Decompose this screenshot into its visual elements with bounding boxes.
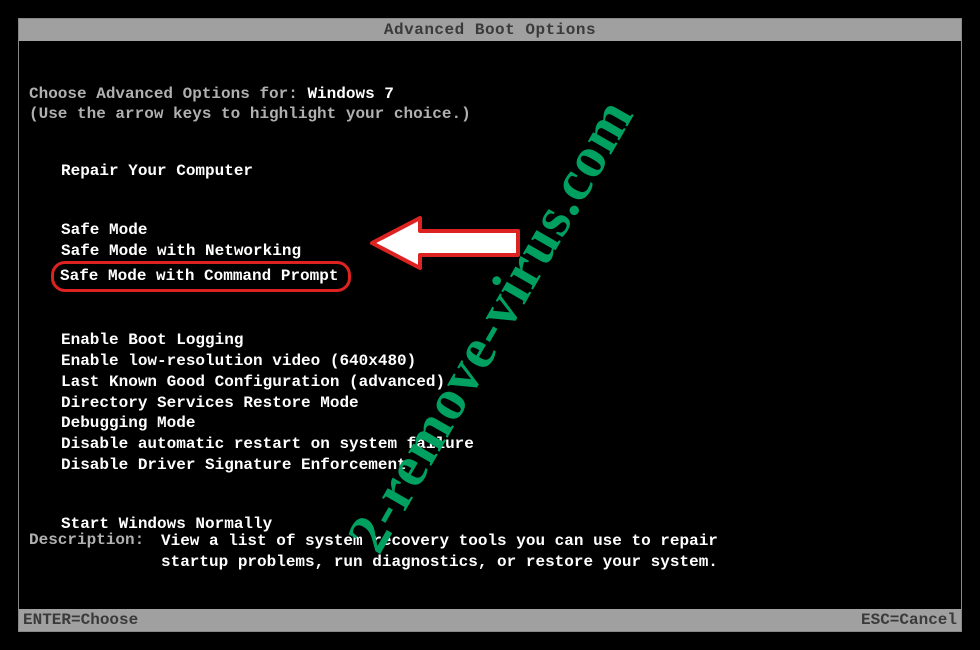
footer-bar: ENTER=Choose ESC=Cancel <box>19 609 961 631</box>
boot-option[interactable]: Enable Boot Logging <box>57 330 961 351</box>
choose-prefix: Choose Advanced Options for: <box>29 85 307 103</box>
boot-option[interactable]: Safe Mode with Networking <box>57 241 961 262</box>
options-list: Repair Your ComputerSafe ModeSafe Mode w… <box>29 161 961 535</box>
content-area: Choose Advanced Options for: Windows 7 (… <box>19 41 961 609</box>
boot-option[interactable]: Disable Driver Signature Enforcement <box>57 455 961 476</box>
boot-option-label: Disable automatic restart on system fail… <box>57 434 478 455</box>
description-label: Description: <box>29 531 161 573</box>
boot-option[interactable]: Repair Your Computer <box>57 161 961 182</box>
footer-enter: ENTER=Choose <box>23 611 138 629</box>
choose-line: Choose Advanced Options for: Windows 7 <box>29 85 961 103</box>
description-text: View a list of system recovery tools you… <box>161 531 721 573</box>
option-group: Enable Boot LoggingEnable low-resolution… <box>57 330 961 476</box>
option-group: Safe ModeSafe Mode with NetworkingSafe M… <box>57 220 961 292</box>
footer-esc: ESC=Cancel <box>861 611 957 629</box>
boot-option-label: Safe Mode <box>57 220 151 241</box>
hint-line: (Use the arrow keys to highlight your ch… <box>29 105 961 123</box>
option-group: Repair Your Computer <box>57 161 961 182</box>
boot-option[interactable]: Enable low-resolution video (640x480) <box>57 351 961 372</box>
boot-option-label: Debugging Mode <box>57 413 199 434</box>
boot-option[interactable]: Safe Mode with Command Prompt <box>57 261 961 292</box>
boot-option[interactable]: Last Known Good Configuration (advanced) <box>57 372 961 393</box>
boot-option-label: Repair Your Computer <box>57 161 257 182</box>
boot-option-label: Disable Driver Signature Enforcement <box>57 455 411 476</box>
boot-option[interactable]: Debugging Mode <box>57 413 961 434</box>
boot-option[interactable]: Disable automatic restart on system fail… <box>57 434 961 455</box>
boot-option-label: Enable low-resolution video (640x480) <box>57 351 420 372</box>
os-name: Windows 7 <box>307 85 393 103</box>
boot-option[interactable]: Safe Mode <box>57 220 961 241</box>
boot-option-label: Directory Services Restore Mode <box>57 393 363 414</box>
description-block: Description: View a list of system recov… <box>29 531 721 573</box>
window-title: Advanced Boot Options <box>19 19 961 41</box>
boot-options-window: Advanced Boot Options Choose Advanced Op… <box>18 18 962 632</box>
boot-option-label: Enable Boot Logging <box>57 330 247 351</box>
boot-option-label: Safe Mode with Command Prompt <box>51 261 351 292</box>
boot-option[interactable]: Directory Services Restore Mode <box>57 393 961 414</box>
boot-option-label: Safe Mode with Networking <box>57 241 305 262</box>
boot-option-label: Last Known Good Configuration (advanced) <box>57 372 449 393</box>
